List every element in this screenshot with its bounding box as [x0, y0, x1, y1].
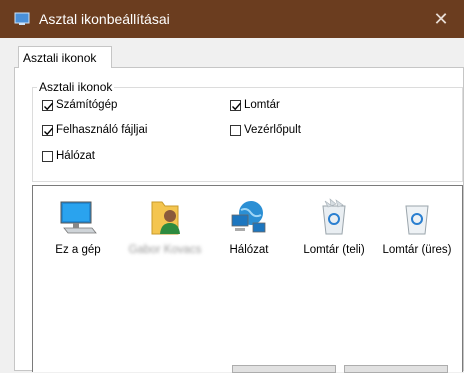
icon-label: Ez a gép	[55, 244, 101, 256]
title-bar: Asztal ikonbeállításai ✕	[0, 0, 464, 38]
checkbox-computer[interactable]: Számítógép	[42, 99, 117, 111]
checkmark-icon	[232, 102, 242, 110]
checkbox-box[interactable]	[230, 99, 242, 111]
checkbox-user-files[interactable]: Felhasználó fájljai	[42, 124, 147, 136]
tab-desktop-icons[interactable]: Asztali ikonok	[18, 46, 112, 68]
checkbox-label: Hálózat	[56, 150, 95, 162]
checkmark-icon	[44, 102, 54, 110]
icon-label: Lomtár (teli)	[303, 244, 365, 256]
checkmark-icon	[44, 127, 54, 135]
icon-item-network[interactable]: Hálózat	[211, 196, 287, 256]
restore-default-button[interactable]	[344, 365, 448, 373]
recycle-bin-empty-icon	[405, 205, 429, 235]
group-legend: Asztali ikonok	[37, 80, 115, 94]
checkbox-label: Lomtár	[244, 99, 280, 111]
checkbox-label: Számítógép	[56, 99, 118, 111]
app-icon	[14, 12, 30, 25]
icon-item-user-files[interactable]: Gabor Kovacs	[127, 196, 203, 256]
window-title: Asztal ikonbeállításai	[39, 11, 170, 27]
icon-label: Hálózat	[229, 244, 269, 256]
checkbox-recycle-bin[interactable]: Lomtár	[230, 99, 280, 111]
close-icon: ✕	[433, 8, 449, 29]
checkbox-box[interactable]	[230, 124, 241, 136]
network-icon	[231, 201, 266, 233]
icon-item-recycle-bin-empty[interactable]: Lomtár (üres)	[379, 196, 455, 256]
desktop-icons-group: Asztali ikonok Számítógép Lomtár Felhasz…	[32, 80, 463, 182]
icon-list[interactable]: Ez a gép Gabor Kovacs Hálózat Lomtár (te…	[32, 185, 463, 372]
tab-panel: Asztali ikonok Számítógép Lomtár Felhasz…	[14, 67, 464, 372]
recycle-bin-full-icon	[322, 198, 346, 235]
icon-item-recycle-bin-full[interactable]: Lomtár (teli)	[296, 196, 372, 256]
icon-label: Lomtár (üres)	[382, 244, 452, 256]
checkbox-network[interactable]: Hálózat	[42, 150, 95, 162]
change-icon-button[interactable]	[232, 365, 336, 373]
icon-label: Gabor Kovacs	[128, 244, 202, 256]
computer-icon	[60, 201, 97, 234]
checkbox-label: Felhasználó fájljai	[56, 124, 148, 136]
close-button[interactable]: ✕	[418, 0, 464, 38]
checkbox-box[interactable]	[42, 124, 54, 136]
checkbox-label: Vezérlőpult	[244, 124, 301, 136]
icon-item-this-pc[interactable]: Ez a gép	[40, 196, 116, 256]
user-folder-icon	[151, 201, 180, 235]
checkbox-control-panel[interactable]: Vezérlőpult	[230, 124, 301, 136]
checkbox-box[interactable]	[42, 150, 53, 162]
checkbox-box[interactable]	[42, 99, 54, 111]
